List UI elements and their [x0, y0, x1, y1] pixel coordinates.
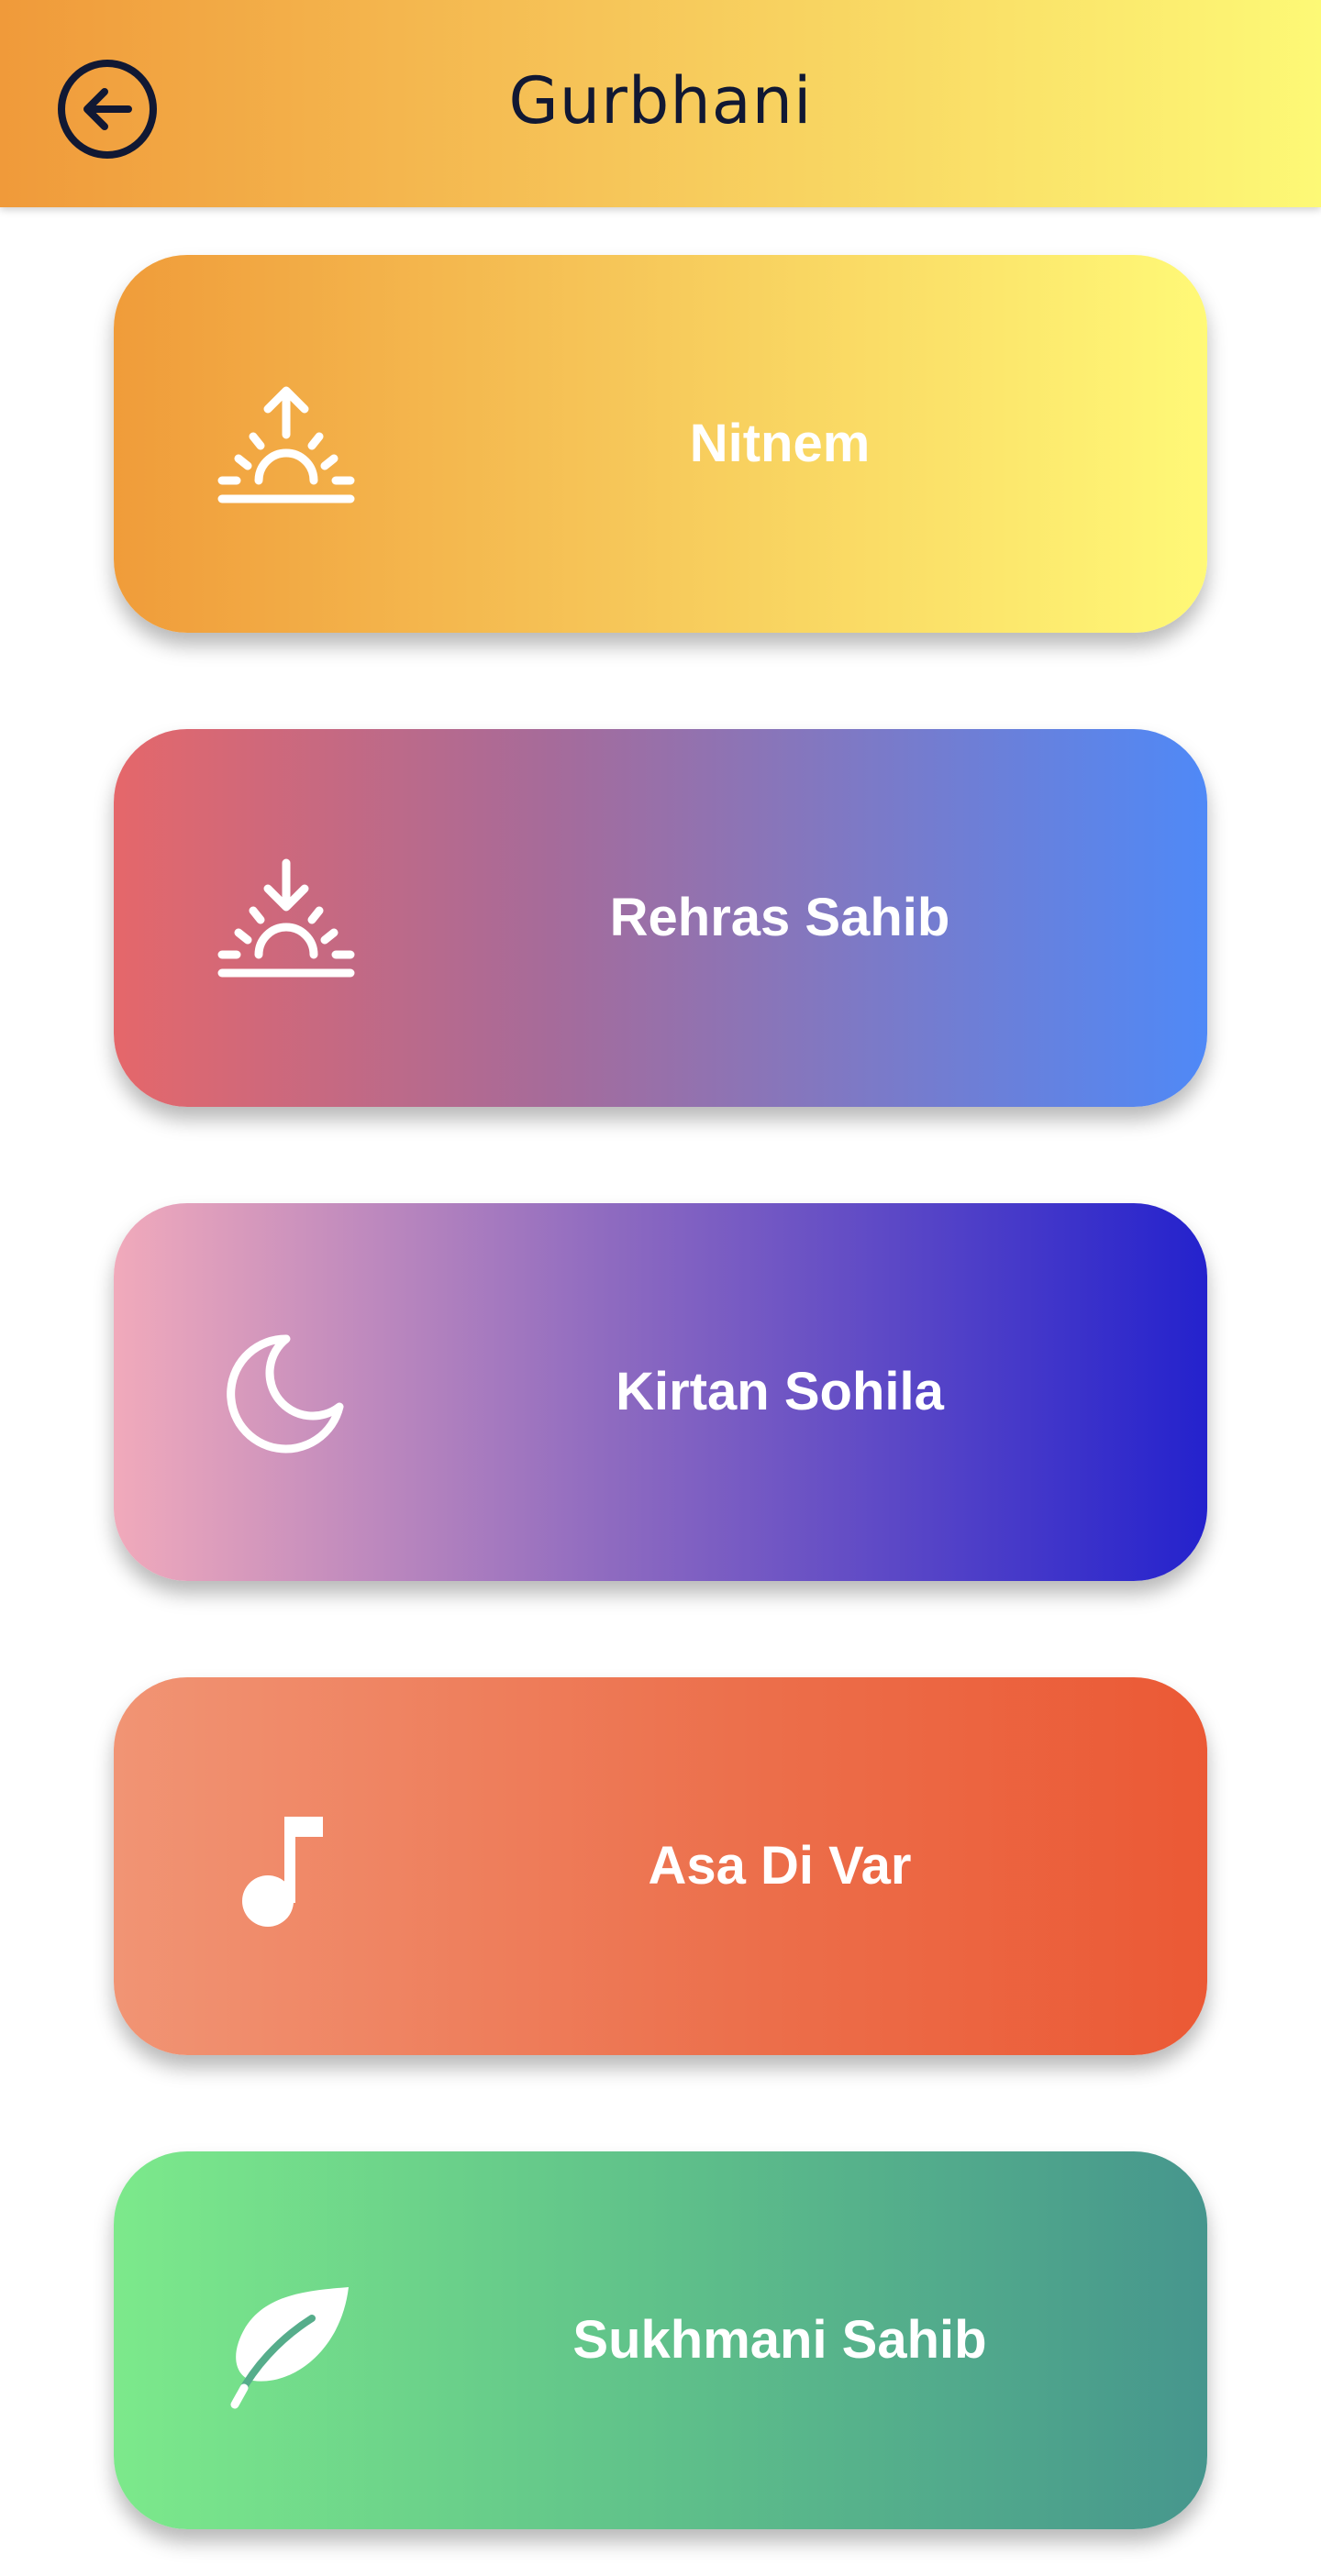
sunset-icon — [213, 845, 360, 991]
music-note-icon — [213, 1793, 360, 1940]
card-label: Sukhmani Sahib — [572, 2310, 987, 2370]
app-header: Gurbhani — [0, 0, 1321, 207]
leaf-icon — [213, 2267, 360, 2414]
card-kirtan-sohila[interactable]: Kirtan Sohila — [114, 1203, 1207, 1581]
card-label: Nitnem — [689, 414, 871, 473]
card-rehras-sahib[interactable]: Rehras Sahib — [114, 729, 1207, 1107]
card-label: Asa Di Var — [648, 1836, 912, 1896]
sunrise-icon — [213, 370, 360, 517]
card-asa-di-var[interactable]: Asa Di Var — [114, 1677, 1207, 2055]
card-label: Rehras Sahib — [609, 888, 950, 947]
card-nitnem[interactable]: Nitnem — [114, 255, 1207, 633]
page-title: Gurbhani — [508, 63, 813, 138]
card-sukhmani-sahib[interactable]: Sukhmani Sahib — [114, 2151, 1207, 2529]
card-label: Kirtan Sohila — [616, 1362, 944, 1421]
moon-icon — [213, 1319, 360, 1465]
